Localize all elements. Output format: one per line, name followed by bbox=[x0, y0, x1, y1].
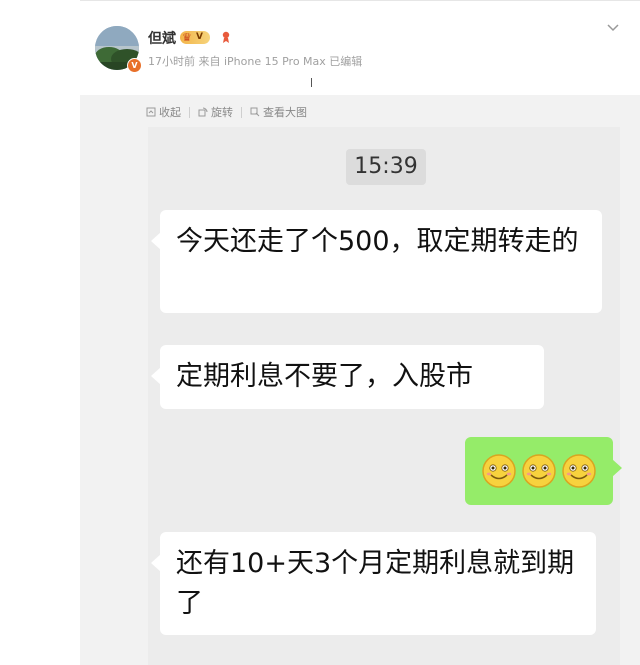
top-divider bbox=[80, 0, 640, 1]
crown-icon: ♛ bbox=[182, 31, 192, 44]
view-large-button[interactable]: 查看大图 bbox=[250, 104, 307, 120]
verified-badge-icon: V bbox=[127, 58, 142, 73]
toolbar-divider bbox=[241, 106, 242, 118]
rotate-icon bbox=[198, 107, 208, 117]
message-bubble-incoming: 定期利息不要了，入股市 bbox=[151, 345, 544, 409]
emoji-row bbox=[481, 449, 597, 493]
chevron-down-icon[interactable] bbox=[606, 20, 620, 34]
view-large-label: 查看大图 bbox=[263, 106, 307, 119]
magnify-icon bbox=[250, 107, 260, 117]
collapse-button[interactable]: 收起 bbox=[146, 104, 181, 120]
text-cursor-icon bbox=[311, 78, 312, 87]
toolbar-divider bbox=[189, 106, 190, 118]
image-toolbar: 收起 旋转 查看大图 bbox=[146, 104, 307, 120]
rotate-button[interactable]: 旋转 bbox=[198, 104, 233, 120]
smile-emoji-icon bbox=[562, 454, 596, 488]
smile-emoji-icon bbox=[482, 454, 516, 488]
rotate-label: 旋转 bbox=[211, 106, 233, 119]
message-text: 今天还走了个500，取定期转走的 bbox=[176, 226, 579, 257]
chat-timestamp: 15:39 bbox=[346, 149, 426, 185]
message-text: 定期利息不要了，入股市 bbox=[176, 361, 473, 392]
smile-emoji-icon bbox=[522, 454, 556, 488]
message-bubble-outgoing bbox=[465, 437, 622, 505]
collapse-icon bbox=[146, 107, 156, 117]
post-meta: 17小时前 来自 iPhone 15 Pro Max 已编辑 bbox=[148, 55, 363, 68]
message-bubble-incoming: 今天还走了个500，取定期转走的 bbox=[151, 210, 602, 313]
vip-badge-label: V bbox=[196, 32, 203, 42]
username[interactable]: 但斌 bbox=[148, 28, 176, 48]
message-bubble-incoming: 还有10+天3个月定期利息就到期了 bbox=[151, 532, 596, 635]
flame-icon bbox=[222, 31, 230, 43]
message-text: 还有10+天3个月定期利息就到期了 bbox=[176, 548, 575, 619]
collapse-label: 收起 bbox=[159, 106, 181, 119]
